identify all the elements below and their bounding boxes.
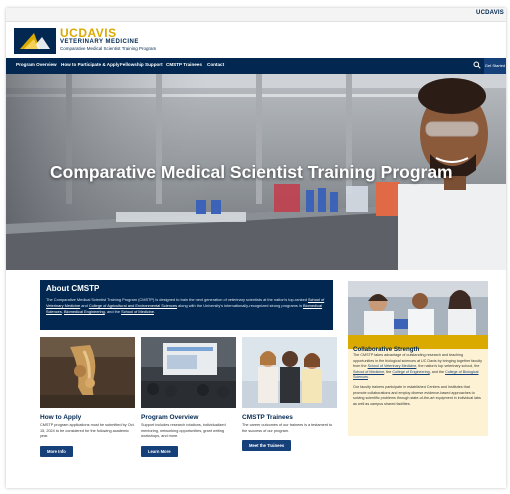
more-info-button[interactable]: More Info	[40, 445, 73, 457]
card-text: CMSTP program applications must be submi…	[40, 423, 135, 439]
card-title: CMSTP Trainees	[242, 414, 293, 421]
side-paragraph-1: The CMSTP takes advantage of outstanding…	[353, 353, 482, 380]
brand-vetmed: VETERINARY MEDICINE	[60, 39, 139, 45]
visit-button[interactable]: Get Started	[484, 58, 506, 74]
about-heading: About CMSTP	[46, 284, 100, 293]
card-text: Support includes research rotations, ind…	[141, 423, 226, 439]
brand-ucdavis: UCDAVIS	[60, 26, 117, 40]
learn-more-button[interactable]: Learn More	[141, 445, 178, 457]
nav-item-cmstp-trainees[interactable]: CMSTP Trainees	[166, 62, 202, 67]
search-icon[interactable]	[472, 61, 482, 71]
ucdavis-link[interactable]: UCDAVIS	[476, 10, 504, 16]
page-frame: UCDAVIS UCDAVIS VETERINARY MEDICINE Comp…	[6, 8, 506, 488]
side-heading-bar: Collaborative Strength	[348, 335, 488, 353]
link-side-vet-school[interactable]: School of Veterinary Medicine	[368, 364, 417, 368]
hero-title: Comparative Medical Scientist Training P…	[50, 162, 453, 182]
card-cmstp-trainees: CMSTP Trainees The career outcomes of ou…	[242, 337, 337, 452]
about-text: The Comparative Medical Scientist Traini…	[46, 297, 325, 314]
link-biomed-eng[interactable]: Biomedical Engineering	[64, 309, 105, 314]
side-text: The CMSTP takes advantage of outstanding…	[348, 349, 488, 415]
about-panel: About CMSTP The Comparative Medical Scie…	[40, 280, 333, 330]
cmstp-logo[interactable]	[14, 28, 56, 54]
card-how-to-apply: How to Apply CMSTP program applications …	[40, 337, 135, 458]
side-image-lab	[348, 281, 488, 335]
hero-banner: Comparative Medical Scientist Training P…	[6, 74, 506, 270]
collaborative-strength-panel: Collaborative Strength The CMSTP takes a…	[348, 281, 488, 436]
card-text: The career outcomes of our trainees is a…	[242, 423, 333, 433]
brand-block[interactable]: UCDAVIS VETERINARY MEDICINE Comparative …	[60, 27, 156, 52]
link-side-school-med[interactable]: School of Medicine	[353, 370, 384, 374]
card-image-trainees	[242, 337, 337, 408]
site-header: UCDAVIS VETERINARY MEDICINE Comparative …	[6, 22, 506, 58]
utility-bar: UCDAVIS	[6, 8, 506, 22]
card-title: Program Overview	[141, 414, 199, 421]
link-school-med[interactable]: School of Medicine	[121, 309, 154, 314]
nav-item-how-to-apply[interactable]: How to Participate & Apply	[61, 62, 120, 67]
link-ag-env[interactable]: College of Agricultural and Environmenta…	[89, 303, 177, 308]
nav-item-contact[interactable]: Contact	[207, 62, 224, 67]
meet-trainees-button[interactable]: Meet the Trainees	[242, 440, 292, 452]
side-heading: Collaborative Strength	[353, 346, 420, 353]
nav-item-program-overview[interactable]: Program Overview	[16, 62, 57, 67]
card-image-seminar	[141, 337, 236, 408]
side-paragraph-2: Our faculty trainers participate in esta…	[353, 384, 481, 406]
card-title: How to Apply	[40, 414, 82, 421]
card-program-overview: Program Overview Support includes resear…	[141, 337, 236, 458]
link-side-engineering[interactable]: College of Engineering	[392, 370, 429, 374]
brand-subtitle: Comparative Medical Scientist Training P…	[60, 46, 157, 51]
card-image-culture	[40, 337, 135, 408]
main-nav: Program Overview How to Participate & Ap…	[6, 58, 506, 74]
logo-mark-icon	[20, 33, 50, 49]
nav-item-fellowship-support[interactable]: Fellowship Support	[120, 62, 163, 67]
